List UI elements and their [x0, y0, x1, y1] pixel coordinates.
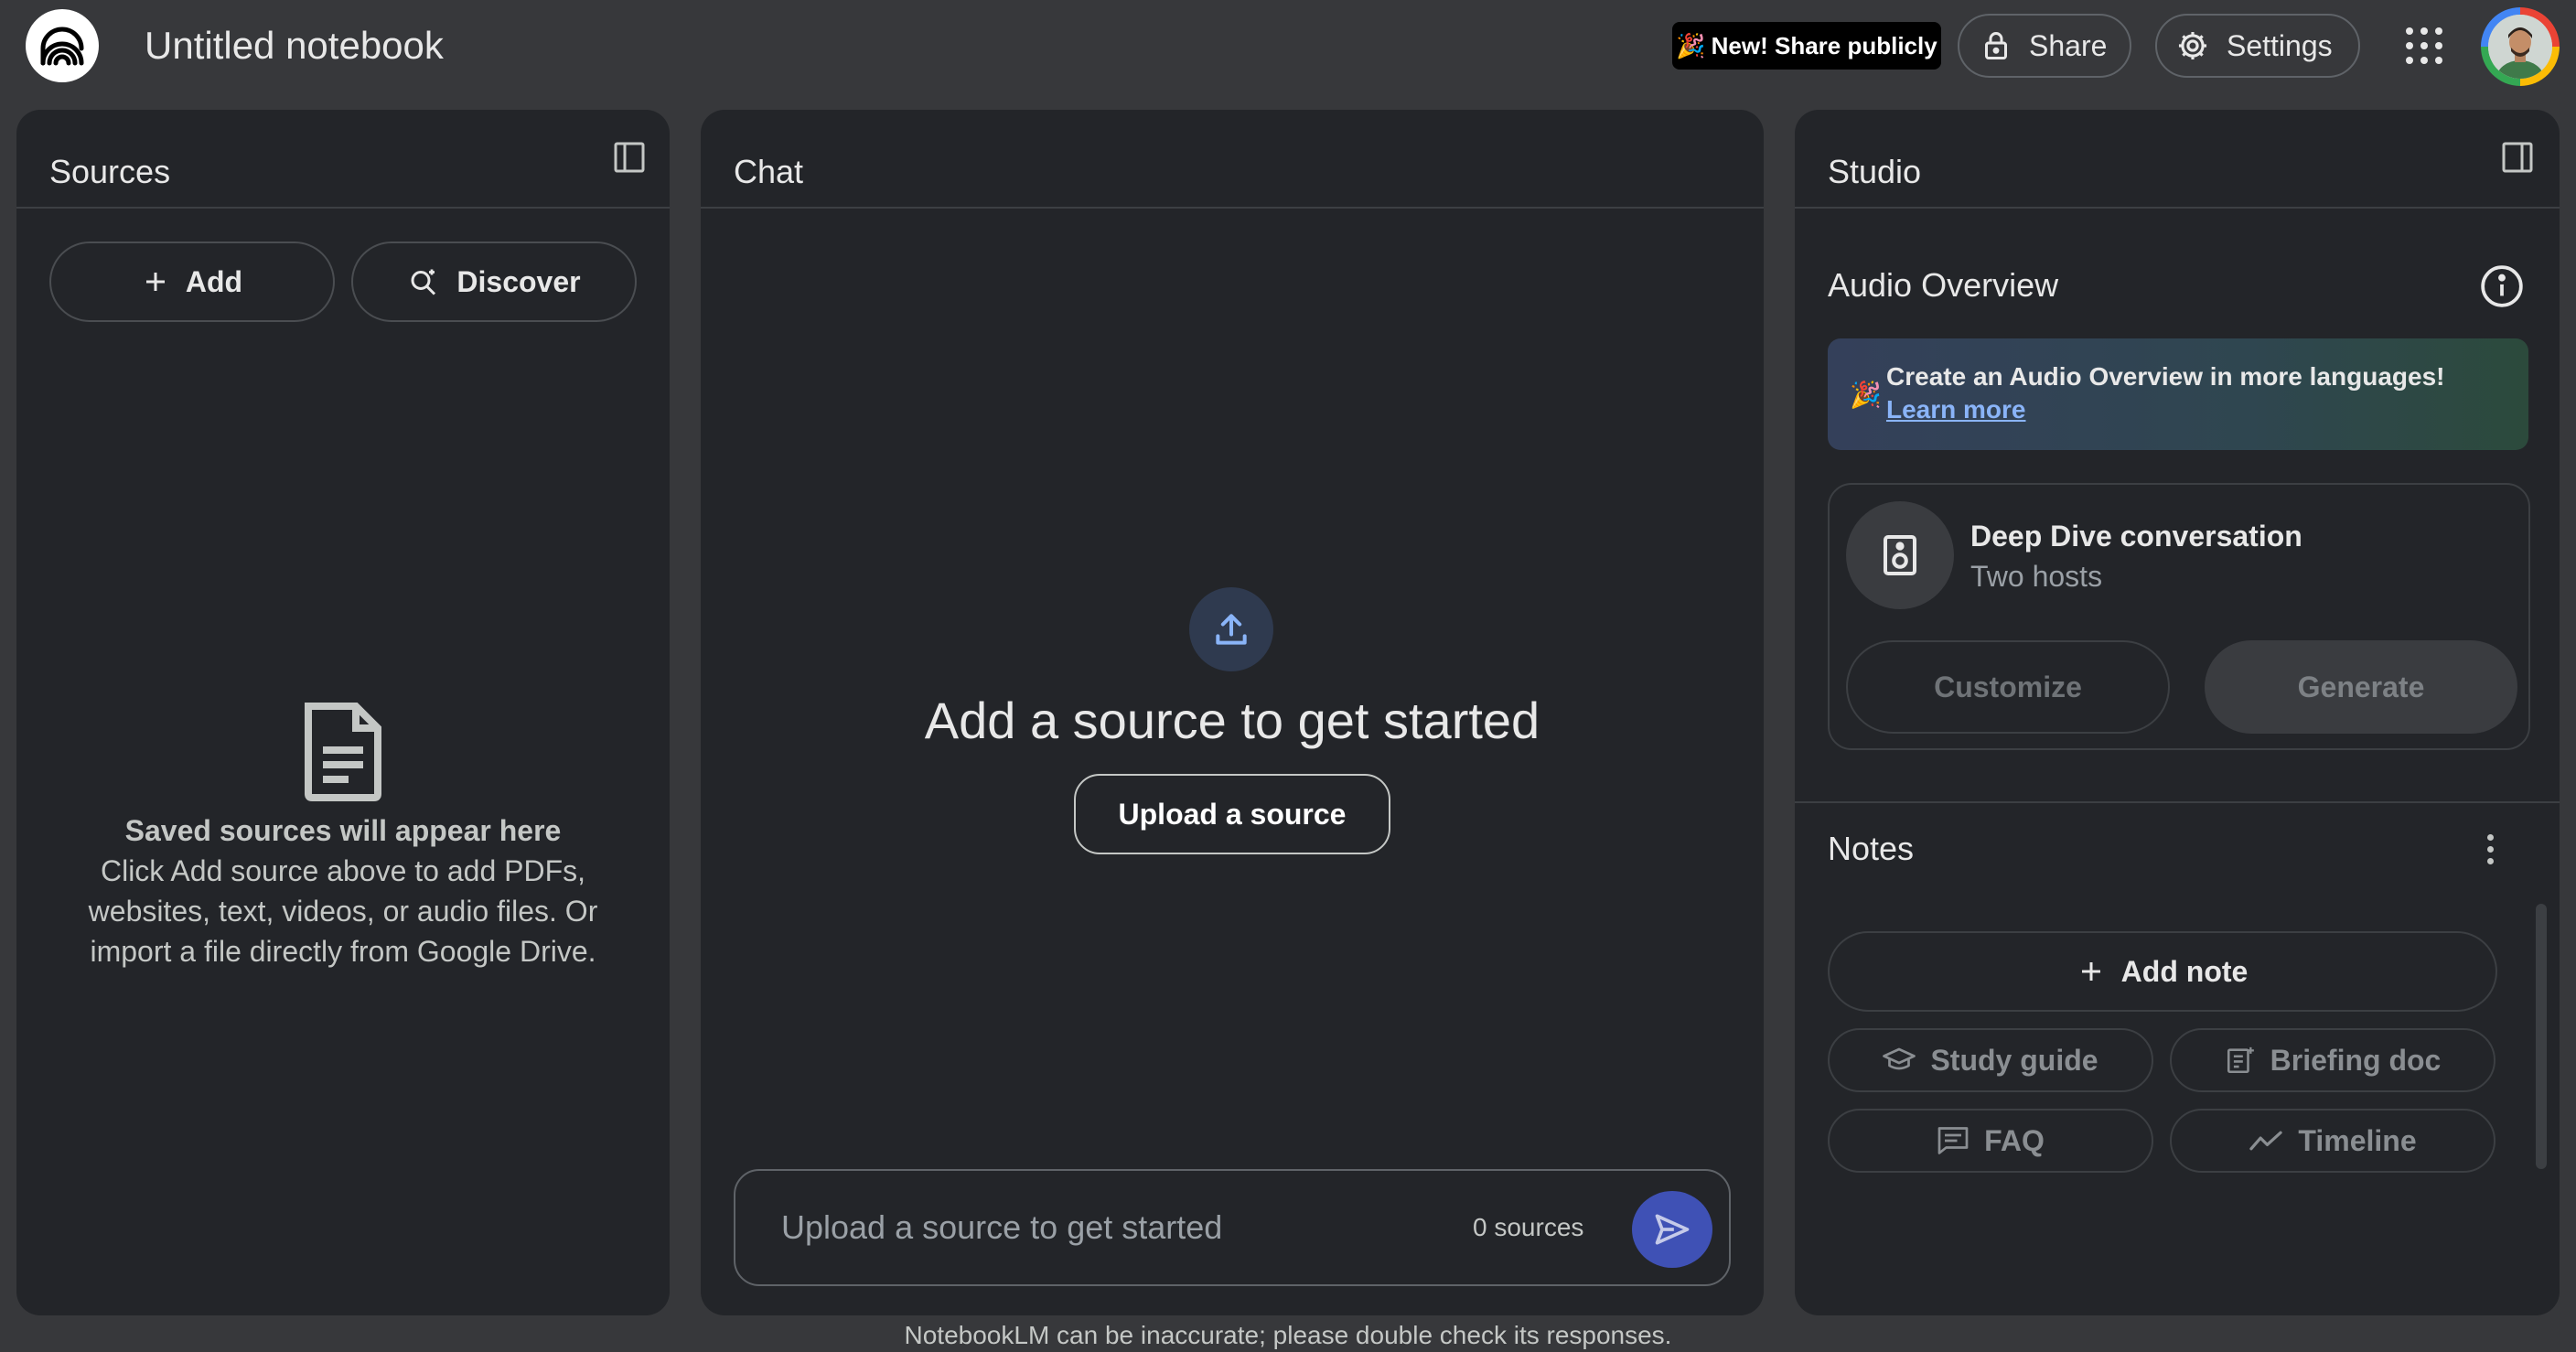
- info-icon[interactable]: [2479, 263, 2525, 309]
- sources-title: Sources: [49, 153, 171, 190]
- audio-languages-banner: 🎉 Create an Audio Overview in more langu…: [1828, 338, 2528, 450]
- notebooklm-logo-icon[interactable]: [26, 9, 99, 82]
- promo-label: New! Share publicly: [1711, 31, 1937, 59]
- send-button[interactable]: [1632, 1191, 1712, 1268]
- party-popper-icon: 🎉: [1676, 31, 1706, 59]
- chat-input-placeholder: Upload a source to get started: [781, 1208, 1223, 1246]
- studio-title: Studio: [1828, 153, 1922, 190]
- side-panel-icon[interactable]: [2499, 139, 2536, 176]
- studio-section-divider: [1795, 801, 2560, 803]
- send-icon: [1652, 1209, 1692, 1250]
- notes-title: Notes: [1828, 830, 1915, 867]
- chat-empty-headline: Add a source to get started: [924, 692, 1540, 749]
- faq-label: FAQ: [1984, 1123, 2045, 1157]
- settings-button[interactable]: Settings: [2155, 14, 2360, 78]
- deep-dive-title: Deep Dive conversation: [1970, 520, 2302, 553]
- more-options-icon[interactable]: [2479, 829, 2501, 869]
- notebook-title[interactable]: Untitled notebook: [145, 20, 444, 71]
- user-avatar[interactable]: [2481, 7, 2560, 86]
- document-icon: [301, 703, 385, 801]
- chat-title: Chat: [734, 153, 804, 190]
- discover-sources-button[interactable]: Discover: [351, 241, 637, 322]
- sources-panel: Sources Add Discover Saved sources will …: [16, 110, 670, 1315]
- upload-icon: [1189, 587, 1273, 671]
- add-label: Add: [185, 264, 243, 298]
- study-guide-button[interactable]: Study guide: [1828, 1028, 2153, 1092]
- disclaimer-text: NotebookLM can be inaccurate; please dou…: [904, 1321, 1672, 1349]
- studio-divider: [1795, 207, 2560, 209]
- share-button[interactable]: Share: [1958, 14, 2131, 78]
- learn-more-link[interactable]: Learn more: [1886, 395, 2026, 424]
- empty-sources-description: Click Add source above to add PDFs, webs…: [88, 854, 598, 968]
- search-sparkle-icon: [407, 265, 440, 298]
- apps-grid-icon[interactable]: [2406, 27, 2442, 64]
- customize-button[interactable]: Customize: [1846, 640, 2170, 734]
- plus-icon: [2077, 958, 2105, 985]
- chat-divider: [701, 207, 1764, 209]
- share-publicly-promo[interactable]: 🎉 New! Share publicly: [1672, 22, 1941, 70]
- add-note-button[interactable]: Add note: [1828, 931, 2497, 1012]
- lock-icon: [1980, 29, 2012, 62]
- chat-lines-icon: [1937, 1125, 1970, 1156]
- study-guide-label: Study guide: [1930, 1043, 2098, 1077]
- settings-label: Settings: [2227, 28, 2333, 62]
- avatar-photo: [2488, 15, 2552, 79]
- timeline-button[interactable]: Timeline: [2170, 1109, 2496, 1173]
- upload-source-button[interactable]: Upload a source: [1074, 774, 1390, 854]
- generate-button[interactable]: Generate: [2205, 640, 2517, 734]
- gear-icon: [2175, 28, 2210, 63]
- briefing-doc-icon: [2225, 1045, 2256, 1076]
- side-panel-icon[interactable]: [611, 139, 648, 176]
- empty-sources-heading: Saved sources will appear here: [124, 814, 562, 847]
- trend-line-icon: [2249, 1129, 2283, 1153]
- party-popper-icon: 🎉: [1850, 381, 1882, 409]
- faq-button[interactable]: FAQ: [1828, 1109, 2153, 1173]
- notes-scrollbar[interactable]: [2536, 904, 2547, 1169]
- briefing-doc-button[interactable]: Briefing doc: [2170, 1028, 2496, 1092]
- chat-input[interactable]: Upload a source to get started 0 sources: [734, 1169, 1731, 1286]
- deep-dive-subtitle: Two hosts: [1970, 560, 2103, 593]
- graduation-cap-icon: [1883, 1046, 1916, 1075]
- discover-label: Discover: [456, 264, 581, 298]
- chat-panel: Chat Add a source to get started Upload …: [701, 110, 1764, 1315]
- studio-panel: Studio Audio Overview 🎉 Create an Audio …: [1795, 110, 2560, 1315]
- deep-dive-card: Deep Dive conversation Two hosts Customi…: [1828, 483, 2530, 750]
- add-source-button[interactable]: Add: [49, 241, 335, 322]
- plus-icon: [142, 268, 169, 295]
- audio-overview-title: Audio Overview: [1828, 266, 2059, 304]
- speaker-icon: [1846, 501, 1954, 609]
- briefing-doc-label: Briefing doc: [2270, 1043, 2442, 1077]
- share-label: Share: [2029, 28, 2108, 62]
- timeline-label: Timeline: [2298, 1123, 2417, 1157]
- sources-divider: [16, 207, 670, 209]
- add-note-label: Add note: [2120, 954, 2249, 988]
- source-count: 0 sources: [1473, 1213, 1584, 1241]
- banner-text: Create an Audio Overview in more languag…: [1886, 362, 2445, 391]
